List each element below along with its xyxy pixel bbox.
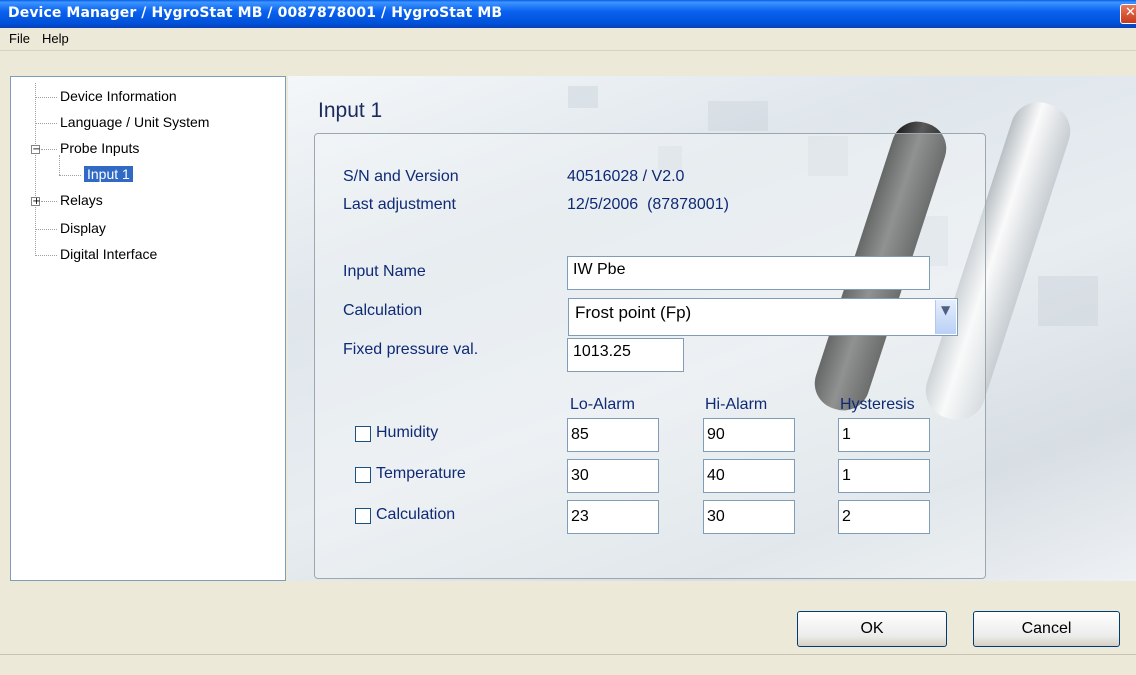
tree-item-device-information[interactable]: Device Information — [60, 88, 177, 104]
tree-connector — [35, 83, 36, 256]
temperature-lo-alarm-field[interactable]: 30 — [567, 459, 659, 493]
background-decoration — [708, 101, 768, 131]
lo-alarm-header: Lo-Alarm — [570, 396, 635, 413]
temperature-checkbox[interactable] — [355, 467, 371, 483]
tree-item-input-1[interactable]: Input 1 — [84, 166, 133, 182]
menu-file[interactable]: File — [9, 31, 30, 46]
ok-button[interactable]: OK — [797, 611, 947, 647]
calculation-hi-alarm-field[interactable]: 30 — [703, 500, 795, 534]
calculation-select[interactable]: Frost point (Fp) ▼ — [568, 298, 958, 336]
tree-connector — [59, 175, 81, 176]
menu-bar: File Help — [0, 28, 1136, 51]
tree-connector — [35, 255, 57, 256]
menu-help[interactable]: Help — [42, 31, 69, 46]
last-adjustment-label: Last adjustment — [343, 196, 456, 213]
background-decoration — [568, 86, 598, 108]
close-button[interactable]: ✕ — [1120, 4, 1136, 24]
tree-item-probe-inputs[interactable]: Probe Inputs — [60, 140, 139, 156]
background-decoration — [1038, 276, 1098, 326]
sn-label: S/N and Version — [343, 168, 459, 185]
calculation-checkbox[interactable] — [355, 508, 371, 524]
tree-connector — [35, 229, 57, 230]
humidity-hysteresis-field[interactable]: 1 — [838, 418, 930, 452]
tree-item-relays[interactable]: Relays — [60, 192, 103, 208]
status-bar — [0, 654, 1136, 675]
humidity-checkbox[interactable] — [355, 426, 371, 442]
page-title: Input 1 — [318, 99, 383, 122]
fixed-pressure-field[interactable]: 1013.25 — [567, 338, 684, 372]
tree-connector — [41, 149, 57, 150]
calculation-alarm-label: Calculation — [376, 506, 456, 523]
title-bar: Device Manager / HygroStat MB / 00878780… — [0, 0, 1136, 28]
navigation-tree[interactable]: − + Device Information Language / Unit S… — [10, 76, 286, 581]
input-name-label: Input Name — [343, 263, 426, 280]
tree-connector — [35, 123, 57, 124]
fixed-pressure-label: Fixed pressure val. — [343, 341, 479, 358]
humidity-hi-alarm-field[interactable]: 90 — [703, 418, 795, 452]
dropdown-button[interactable]: ▼ — [935, 300, 956, 334]
hi-alarm-header: Hi-Alarm — [705, 396, 768, 413]
tree-connector — [59, 155, 60, 175]
temperature-hi-alarm-field[interactable]: 40 — [703, 459, 795, 493]
calculation-hysteresis-field[interactable]: 2 — [838, 500, 930, 534]
humidity-label: Humidity — [376, 424, 439, 441]
last-adjustment-value: 12/5/2006 (87878001) — [567, 196, 729, 213]
expand-icon[interactable]: + — [31, 196, 41, 207]
collapse-icon[interactable]: − — [31, 144, 41, 155]
chevron-down-icon: ▼ — [941, 303, 951, 317]
sn-value: 40516028 / V2.0 — [567, 168, 685, 185]
temperature-hysteresis-field[interactable]: 1 — [838, 459, 930, 493]
calculation-selected-value: Frost point (Fp) — [575, 303, 692, 322]
window-title: Device Manager / HygroStat MB / 00878780… — [8, 5, 503, 21]
tree-connector — [35, 97, 57, 98]
hysteresis-header: Hysteresis — [840, 396, 915, 413]
calculation-lo-alarm-field[interactable]: 23 — [567, 500, 659, 534]
tree-item-digital-interface[interactable]: Digital Interface — [60, 246, 157, 262]
input-name-field[interactable]: IW Pbe — [567, 256, 930, 290]
close-icon: ✕ — [1125, 5, 1136, 20]
tree-connector — [41, 201, 57, 202]
cancel-button[interactable]: Cancel — [973, 611, 1120, 647]
humidity-lo-alarm-field[interactable]: 85 — [567, 418, 659, 452]
tree-item-language-unit-system[interactable]: Language / Unit System — [60, 114, 209, 130]
temperature-label: Temperature — [376, 465, 466, 482]
tree-item-display[interactable]: Display — [60, 220, 106, 236]
calculation-label: Calculation — [343, 302, 423, 319]
